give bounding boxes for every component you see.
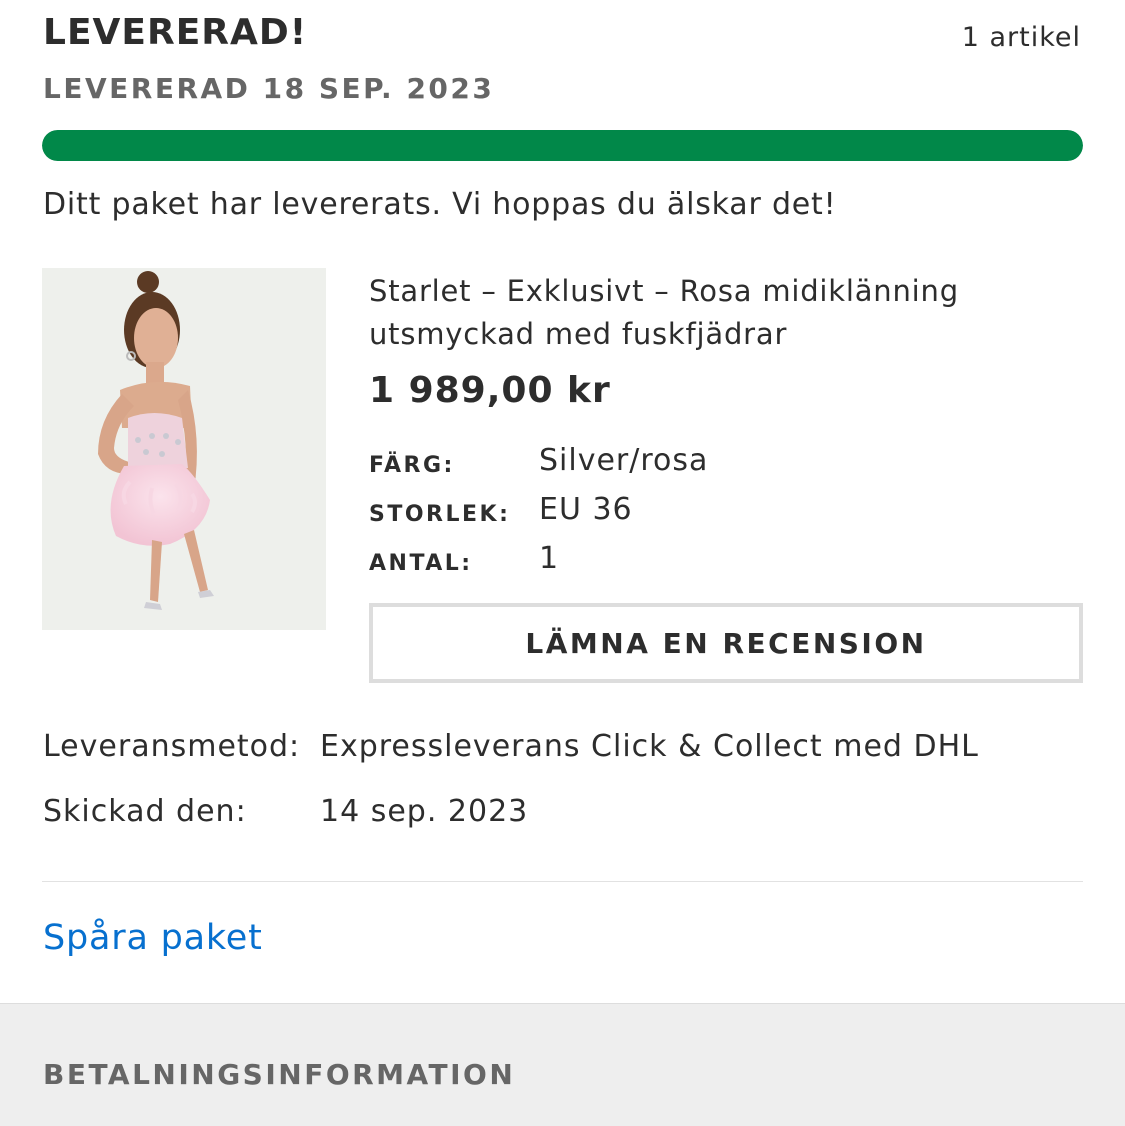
- delivery-progress-bar: [42, 130, 1083, 161]
- size-value: EU 36: [539, 492, 633, 527]
- delivery-method-label: Leveransmetod:: [43, 729, 301, 764]
- section-divider: [42, 881, 1083, 882]
- quantity-value: 1: [539, 541, 560, 576]
- item-count: 1 artikel: [961, 22, 1081, 53]
- write-review-button[interactable]: LÄMNA EN RECENSION: [369, 603, 1083, 683]
- product-name[interactable]: Starlet – Exklusivt – Rosa midiklänning …: [369, 270, 1069, 356]
- payment-information-section: BETALNINGSINFORMATION: [0, 1003, 1125, 1126]
- delivery-method-value: Expressleverans Click & Collect med DHL: [320, 729, 979, 764]
- delivery-progress-fill: [42, 130, 1083, 161]
- product-image[interactable]: [42, 268, 326, 630]
- order-card: LEVERERAD! 1 artikel LEVERERAD 18 SEP. 2…: [0, 0, 1125, 1003]
- shipped-date-value: 14 sep. 2023: [320, 794, 529, 829]
- product-price: 1 989,00 kr: [369, 370, 611, 411]
- track-package-link[interactable]: Spåra paket: [43, 918, 263, 958]
- product-photo-pink-feather-dress: [42, 268, 326, 630]
- quantity-label: ANTAL:: [369, 551, 473, 576]
- color-value: Silver/rosa: [539, 443, 709, 478]
- shipped-date-label: Skickad den:: [43, 794, 247, 829]
- delivery-status-message: Ditt paket har levererats. Vi hoppas du …: [43, 187, 837, 222]
- delivered-date: LEVERERAD 18 SEP. 2023: [43, 72, 495, 105]
- color-label: FÄRG:: [369, 453, 455, 478]
- payment-information-heading[interactable]: BETALNINGSINFORMATION: [43, 1058, 515, 1091]
- size-label: STORLEK:: [369, 502, 511, 527]
- delivery-status-title: LEVERERAD!: [43, 12, 308, 53]
